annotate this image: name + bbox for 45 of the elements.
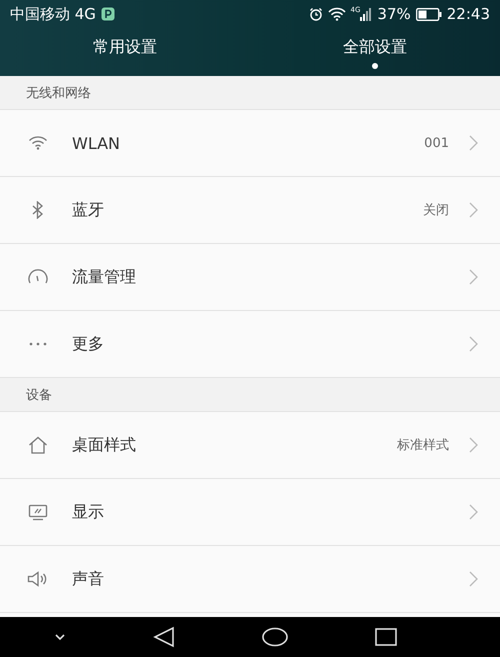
chevron-right-icon bbox=[469, 269, 478, 285]
chevron-right-icon bbox=[469, 437, 478, 453]
chevron-right-icon bbox=[469, 135, 478, 151]
row-label: 声音 bbox=[72, 568, 104, 590]
carrier-label: 中国移动 4G bbox=[10, 4, 96, 24]
settings-tab[interactable]: 全部设置 bbox=[250, 28, 500, 76]
signal-icon bbox=[360, 7, 372, 21]
row-label: WLAN bbox=[72, 134, 120, 152]
home-icon bbox=[28, 436, 48, 454]
chevron-right-icon bbox=[469, 336, 478, 352]
wifi-icon bbox=[328, 7, 346, 21]
settings-row[interactable]: WLAN 001 bbox=[0, 110, 500, 177]
settings-row[interactable]: 蓝牙 关闭 bbox=[0, 177, 500, 244]
chevron-right-icon bbox=[469, 571, 478, 587]
row-label: 显示 bbox=[72, 502, 104, 522]
row-label: 桌面样式 bbox=[72, 434, 136, 456]
row-value: 标准样式 bbox=[397, 437, 449, 454]
row-label: 流量管理 bbox=[72, 266, 136, 288]
settings-row[interactable]: 流量管理 bbox=[0, 244, 500, 311]
parking-icon bbox=[100, 7, 115, 21]
more-icon bbox=[28, 342, 48, 346]
chevron-right-icon bbox=[469, 202, 478, 218]
settings-row[interactable]: 声音 bbox=[0, 546, 500, 613]
speaker-icon bbox=[27, 571, 49, 587]
row-label: 更多 bbox=[72, 334, 104, 354]
wifi-icon bbox=[28, 136, 48, 150]
settings-tab[interactable]: 常用设置 bbox=[0, 28, 250, 76]
back-icon[interactable] bbox=[152, 626, 174, 648]
home-icon[interactable] bbox=[262, 627, 288, 647]
bluetooth-icon bbox=[32, 201, 44, 219]
row-label: 蓝牙 bbox=[72, 200, 104, 220]
alarm-icon bbox=[308, 7, 323, 21]
recent-apps-icon[interactable] bbox=[374, 628, 396, 646]
settings-row[interactable]: 显示 bbox=[0, 479, 500, 546]
battery-icon bbox=[416, 8, 442, 20]
row-value: 001 bbox=[424, 136, 449, 150]
chevron-down-icon[interactable] bbox=[54, 633, 66, 641]
clock-time: 22:43 bbox=[446, 5, 490, 23]
monitor-icon bbox=[28, 504, 48, 520]
settings-row[interactable]: 桌面样式 标准样式 bbox=[0, 412, 500, 479]
gauge-icon bbox=[27, 269, 49, 285]
chevron-right-icon bbox=[469, 504, 478, 520]
row-value: 关闭 bbox=[423, 202, 449, 219]
battery-percent: 37% bbox=[377, 5, 411, 23]
settings-row[interactable]: 更多 bbox=[0, 311, 500, 378]
